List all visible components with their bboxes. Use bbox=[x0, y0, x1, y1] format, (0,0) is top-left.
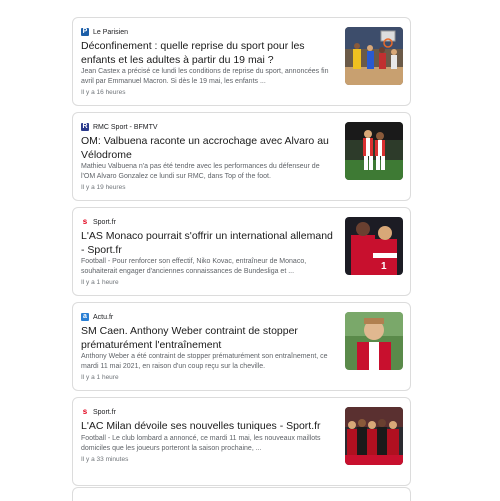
gym-photo bbox=[345, 27, 403, 85]
source-row: s Sport.fr bbox=[81, 407, 116, 417]
source-name: RMC Sport - BFMTV bbox=[93, 123, 158, 131]
article-title[interactable]: OM: Valbuena raconte un accrochage avec … bbox=[81, 135, 335, 162]
source-name: Sport.fr bbox=[93, 218, 116, 226]
source-name: Actu.fr bbox=[93, 313, 114, 321]
source-row: P Le Parisien bbox=[81, 27, 128, 37]
football-photo bbox=[345, 122, 403, 180]
news-card[interactable]: P Le Parisien Déconfinement : quelle rep… bbox=[72, 17, 411, 106]
article-snippet: Football - Pour renforcer son effectif, … bbox=[81, 258, 307, 275]
team-photo bbox=[345, 407, 403, 465]
article-time: Il y a 16 heures bbox=[81, 89, 126, 96]
sport-fr-logo: s bbox=[81, 217, 89, 226]
source-row: s Sport.fr bbox=[81, 217, 116, 227]
article-snippet: Football - Le club lombard a annoncé, ce… bbox=[81, 435, 321, 452]
player-portrait-photo bbox=[345, 312, 403, 370]
article-title[interactable]: SM Caen. Anthony Weber contraint de stop… bbox=[81, 325, 335, 352]
sport-fr-logo: s bbox=[81, 407, 89, 416]
article-snippet: Anthony Weber a été contraint de stopper… bbox=[81, 353, 328, 370]
le-parisien-logo: P bbox=[81, 28, 89, 36]
news-card[interactable]: s Sport.fr L'AC Milan dévoile ses nouvel… bbox=[72, 397, 411, 486]
source-name: Sport.fr bbox=[93, 408, 116, 416]
article-thumbnail[interactable] bbox=[345, 27, 403, 85]
rmc-sport-logo: R bbox=[81, 123, 89, 131]
news-card[interactable]: R RMC Sport - BFMTV OM: Valbuena raconte… bbox=[72, 112, 411, 201]
next-card-edge bbox=[72, 487, 411, 501]
article-snippet: Jean Castex a précisé ce lundi les condi… bbox=[81, 68, 329, 85]
news-card[interactable]: s Sport.fr L'AS Monaco pourrait s'offrir… bbox=[72, 207, 411, 296]
article-thumbnail[interactable]: 1 bbox=[345, 217, 403, 275]
article-time: Il y a 1 heure bbox=[81, 279, 119, 286]
article-thumbnail[interactable] bbox=[345, 312, 403, 370]
article-time: Il y a 33 minutes bbox=[81, 456, 129, 463]
article-title[interactable]: L'AS Monaco pourrait s'offrir un interna… bbox=[81, 230, 335, 257]
article-time: Il y a 1 heure bbox=[81, 374, 119, 381]
source-name: Le Parisien bbox=[93, 28, 129, 36]
article-thumbnail[interactable] bbox=[345, 407, 403, 465]
football-players-photo: 1 bbox=[345, 217, 403, 275]
news-card[interactable]: a Actu.fr SM Caen. Anthony Weber contrai… bbox=[72, 302, 411, 391]
article-title[interactable]: Déconfinement : quelle reprise du sport … bbox=[81, 40, 335, 67]
news-feed: P Le Parisien Déconfinement : quelle rep… bbox=[72, 17, 411, 492]
article-snippet: Mathieu Valbuena n'a pas été tendre avec… bbox=[81, 163, 320, 180]
actu-fr-logo: a bbox=[81, 313, 89, 321]
article-title[interactable]: L'AC Milan dévoile ses nouvelles tunique… bbox=[81, 420, 335, 434]
article-time: Il y a 19 heures bbox=[81, 184, 126, 191]
source-row: a Actu.fr bbox=[81, 312, 113, 322]
svg-text:1: 1 bbox=[381, 261, 387, 272]
source-row: R RMC Sport - BFMTV bbox=[81, 122, 158, 132]
article-thumbnail[interactable] bbox=[345, 122, 403, 180]
